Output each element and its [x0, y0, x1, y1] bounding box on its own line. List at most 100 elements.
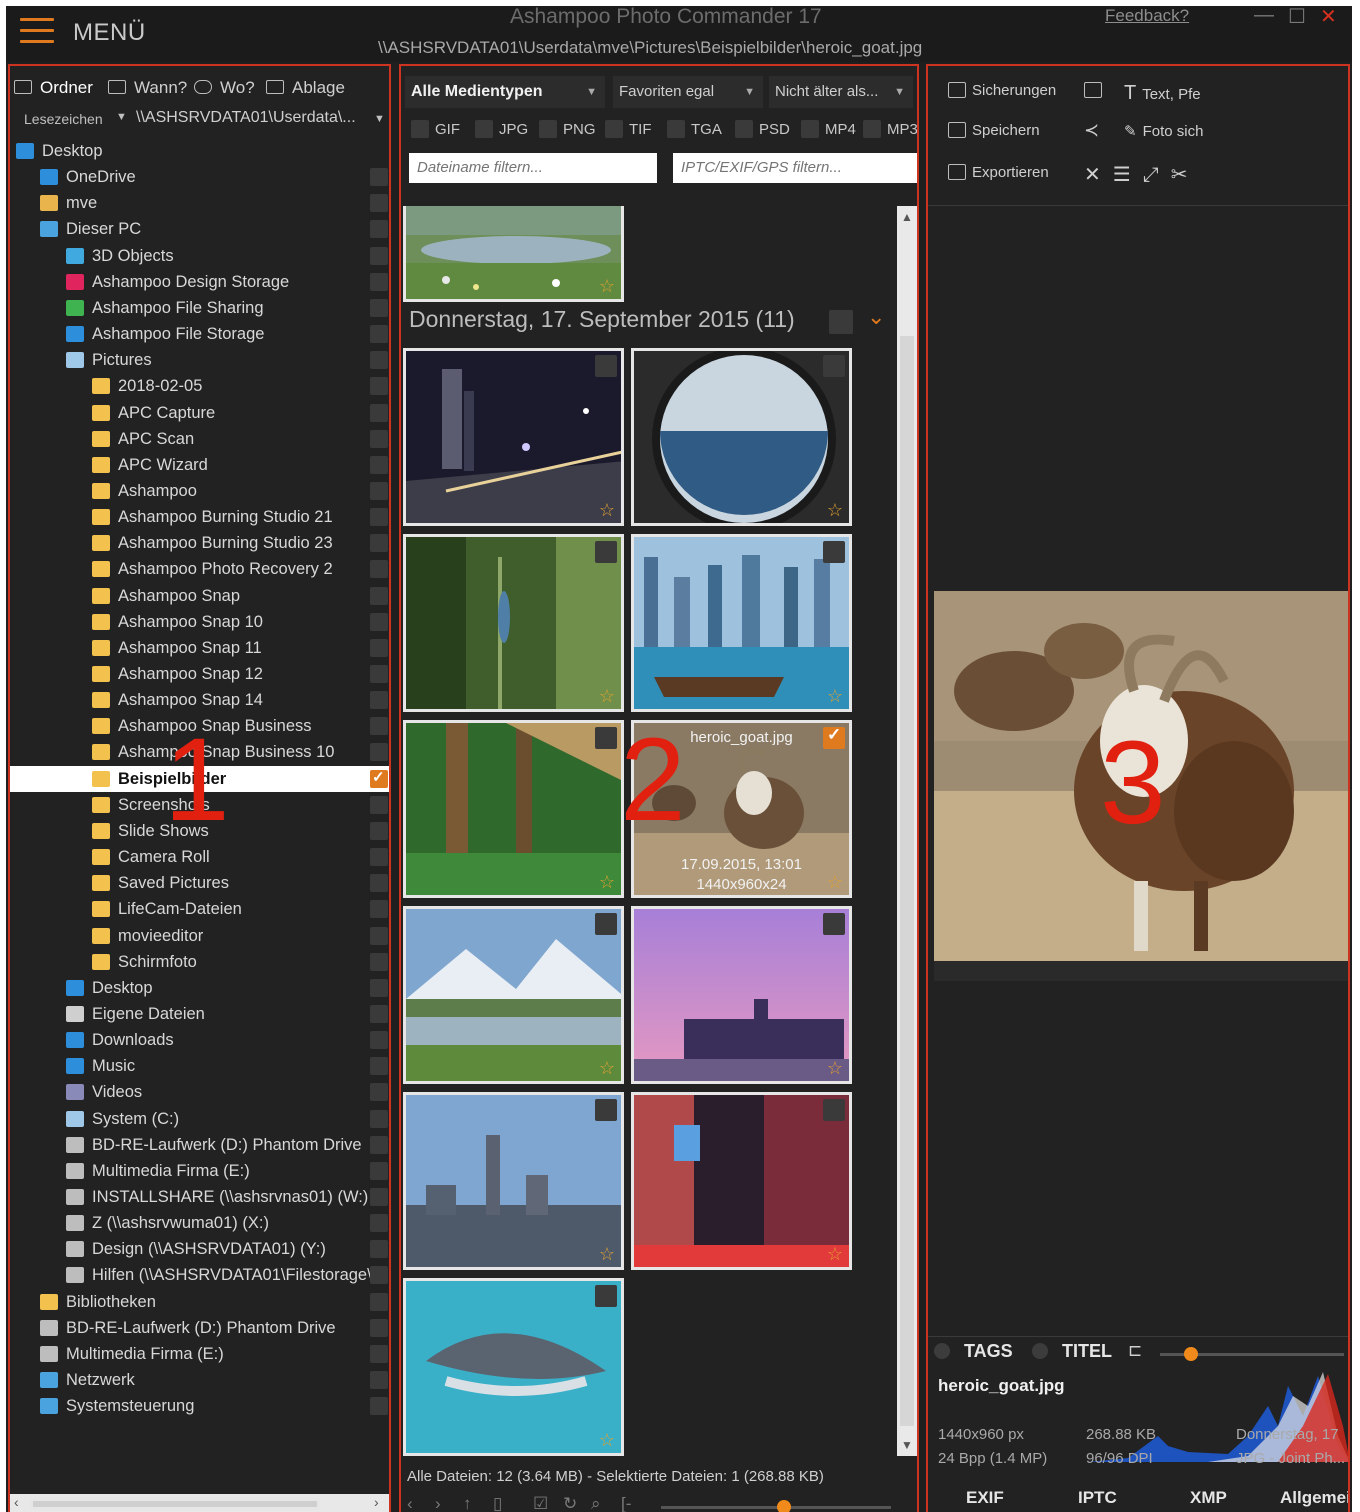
tree-item[interactable]: Ashampoo Burning Studio 23 — [10, 530, 389, 556]
favorite-star-icon[interactable]: ☆ — [599, 872, 615, 893]
favorite-star-icon[interactable]: ☆ — [827, 1058, 843, 1079]
tree-item[interactable]: Saved Pictures — [10, 870, 389, 896]
tree-item[interactable]: APC Capture — [10, 400, 389, 426]
tree-item-checkbox[interactable] — [370, 638, 388, 657]
tab-allgemein[interactable]: Allgemein — [1280, 1488, 1348, 1508]
tree-item-checkbox[interactable] — [370, 978, 388, 997]
filter-type-mp3[interactable]: MP3 — [863, 118, 917, 142]
thumbnail-mountain-lake[interactable]: ☆ — [403, 906, 624, 1084]
search-icon[interactable]: ⌕ — [591, 1494, 601, 1512]
tree-item-checkbox[interactable] — [370, 586, 388, 605]
tree-item-checkbox[interactable] — [370, 926, 388, 945]
checkbox[interactable] — [801, 120, 819, 138]
checkbox[interactable] — [667, 120, 685, 138]
checkbox[interactable] — [539, 120, 557, 138]
tree-item[interactable]: Schirmfoto — [10, 949, 389, 975]
select-checkbox[interactable] — [595, 913, 617, 935]
checkbox[interactable] — [735, 120, 753, 138]
tree-item[interactable]: Multimedia Firma (E:) — [10, 1341, 389, 1367]
checkbox[interactable] — [475, 120, 493, 138]
up-icon[interactable]: ↑ — [463, 1494, 472, 1512]
select-checkbox[interactable] — [595, 727, 617, 749]
favorite-star-icon[interactable]: ☆ — [827, 872, 843, 893]
scrollbar-thumb[interactable] — [30, 1498, 320, 1510]
filter-type-tif[interactable]: TIF — [605, 118, 652, 142]
tree-item[interactable]: Netzwerk — [10, 1367, 389, 1393]
tree-item[interactable]: BD-RE-Laufwerk (D:) Phantom Drive — [10, 1315, 389, 1341]
chevron-down-icon[interactable]: ▼ — [116, 111, 127, 123]
filter-type-png[interactable]: PNG — [539, 118, 596, 142]
tree-item[interactable]: Ashampoo File Sharing — [10, 295, 389, 321]
chevron-down-icon[interactable]: ▼ — [374, 113, 385, 125]
tree-item-checkbox[interactable] — [370, 377, 388, 396]
tree-item-checkbox[interactable] — [370, 665, 388, 683]
toggle-icon[interactable] — [934, 1343, 950, 1359]
tree-item-checkbox[interactable] — [370, 1031, 388, 1050]
close-button[interactable]: ✕ — [1320, 6, 1337, 29]
resize-icon[interactable]: ⤢ — [1143, 164, 1171, 186]
adjust-icon[interactable]: ☰ — [1113, 164, 1143, 186]
filename-filter-input[interactable] — [409, 153, 657, 183]
thumbnail-dolphin[interactable]: ☆ — [403, 1278, 624, 1456]
thumbnail-dubai[interactable]: ☆ — [631, 534, 852, 712]
tree-item-checkbox[interactable] — [370, 1344, 388, 1363]
tree-item-checkbox[interactable] — [370, 874, 388, 893]
tree-item[interactable]: Downloads — [10, 1027, 389, 1053]
maximize-button[interactable]: ☐ — [1288, 6, 1306, 29]
tree-item-checkbox[interactable] — [370, 1371, 388, 1390]
toggle-icon[interactable] — [1032, 1343, 1048, 1359]
tree-item-checkbox[interactable] — [370, 508, 388, 527]
hamburger-menu-icon[interactable] — [20, 18, 54, 46]
tree-item[interactable]: Camera Roll — [10, 844, 389, 870]
tree-item-checkbox[interactable] — [370, 1397, 388, 1416]
tree-item[interactable]: 2018-02-05 — [10, 373, 389, 399]
age-dropdown[interactable]: Nicht älter als... ▼ — [769, 76, 913, 108]
tree-item[interactable]: INSTALLSHARE (\\ashsrvnas01) (W:) — [10, 1184, 389, 1210]
tree-item[interactable]: OneDrive — [10, 164, 389, 190]
tree-item-checkbox[interactable] — [370, 220, 388, 239]
tab-ablage[interactable]: Ablage — [266, 74, 345, 102]
tree-item-checkbox[interactable] — [370, 1188, 388, 1206]
layout-icon[interactable]: ⊏ — [1128, 1341, 1142, 1361]
tree-item[interactable]: Pictures — [10, 347, 389, 373]
select-checkbox[interactable] — [595, 1099, 617, 1121]
tree-item[interactable]: Design (\\ASHSRVDATA01) (Y:) — [10, 1236, 389, 1262]
tab-wo[interactable]: Wo? — [194, 74, 255, 102]
tree-item[interactable]: Bibliotheken — [10, 1289, 389, 1315]
tree-item-checkbox[interactable] — [370, 534, 388, 553]
tab-ordner[interactable]: Ordner — [14, 74, 93, 102]
tree-item-checkbox[interactable] — [370, 1004, 388, 1023]
tree-item[interactable]: mve — [10, 190, 389, 216]
tree-item[interactable]: Systemsteuerung — [10, 1393, 389, 1419]
frame-button[interactable] — [1084, 82, 1108, 99]
tree-item-checkbox[interactable] — [370, 717, 388, 736]
tree-item-checkbox[interactable] — [370, 1161, 388, 1180]
thumbnail-dragonfly[interactable]: ☆ — [403, 534, 624, 712]
feedback-link[interactable]: Feedback? — [1105, 6, 1189, 26]
tree-item-checkbox[interactable] — [370, 560, 388, 579]
bookmarks-dropdown[interactable]: Lesezeichen — [24, 111, 103, 127]
tree-item-checkbox[interactable] — [370, 1318, 388, 1337]
scroll-up-icon[interactable]: ▲ — [901, 210, 913, 224]
vertical-scrollbar[interactable]: ▲ ▼ — [897, 206, 917, 1456]
tree-item-checkbox[interactable] — [370, 691, 388, 710]
save-button[interactable]: Speichern — [948, 122, 1040, 139]
tree-item[interactable]: 3D Objects — [10, 243, 389, 269]
favorite-star-icon[interactable]: ☆ — [599, 686, 615, 707]
checkbox[interactable] — [411, 120, 429, 138]
text-arrows-button[interactable]: T Text, Pfe — [1124, 82, 1201, 105]
tree-item-checkbox[interactable] — [370, 1083, 388, 1102]
tree-item-checkbox[interactable] — [370, 1214, 388, 1233]
tree-item-checkbox[interactable] — [370, 1135, 388, 1154]
tree-item-checkbox[interactable] — [370, 403, 388, 422]
tree-item-checkbox[interactable] — [370, 325, 388, 344]
thumbnail-times-square[interactable]: ☆ — [631, 1092, 852, 1270]
tree-item[interactable]: Ashampoo Snap 12 — [10, 661, 389, 687]
select-checkbox[interactable] — [823, 1099, 845, 1121]
tree-item-checkbox[interactable] — [370, 821, 388, 840]
back-icon[interactable]: ‹ — [407, 1494, 413, 1512]
tree-item[interactable]: Hilfen (\\ASHSRVDATA01\Filestorage\... — [10, 1262, 389, 1288]
tree-item-checkbox[interactable] — [370, 298, 388, 317]
tree-item[interactable]: Ashampoo Design Storage — [10, 269, 389, 295]
tree-item-checkbox[interactable] — [370, 1109, 388, 1128]
